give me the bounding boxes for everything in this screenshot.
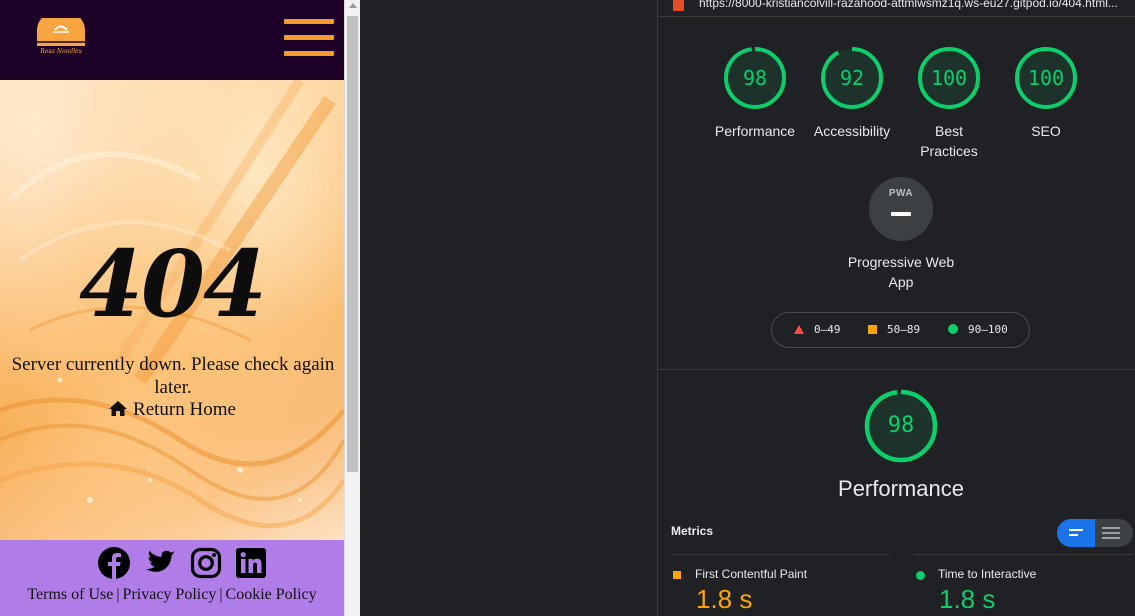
best-practices-label: Best Practices (920, 123, 978, 159)
fcp-metric-value: 1.8 s (696, 584, 753, 614)
compact-view-button[interactable] (1057, 519, 1095, 547)
scrollbar-thumb[interactable] (347, 16, 358, 472)
site-header: Rosa Noodles (0, 0, 344, 80)
seo-label: SEO (1031, 123, 1061, 139)
terms-of-use-link[interactable]: Terms of Use (27, 586, 113, 603)
cookie-policy-link[interactable]: Cookie Policy (226, 586, 317, 603)
pwa-label: Progressive Web App (847, 254, 955, 290)
scroll-up-arrow-icon[interactable] (349, 3, 357, 8)
return-home-label: Return Home (133, 399, 236, 420)
hamburger-menu-button[interactable] (284, 19, 334, 57)
best-practices-gauge[interactable]: 100 (917, 46, 981, 110)
accessibility-gauge[interactable]: 92 (820, 46, 884, 110)
pwa-icon: PWA (888, 188, 914, 199)
performance-gauge[interactable]: 98 (723, 46, 787, 110)
twitter-icon[interactable] (144, 547, 176, 579)
legend-pass-range: 90–100 (968, 323, 1008, 336)
performance-section-gauge: 98 (864, 389, 938, 463)
seo-gauge[interactable]: 100 (1014, 46, 1078, 110)
best-practices-score: 100 (930, 66, 968, 90)
metrics-view-toggle[interactable] (1057, 519, 1133, 547)
fail-triangle-icon (794, 325, 804, 334)
page-scrollbar[interactable] (344, 0, 360, 616)
footer-separator: | (219, 586, 223, 603)
accessibility-label: Accessibility (813, 123, 891, 139)
metric-divider (914, 554, 1133, 555)
html5-icon (673, 0, 684, 11)
report-url[interactable]: https://8000-kristiancolvill-razahood-at… (699, 0, 1119, 10)
fcp-metric-name: First Contentful Paint (695, 567, 808, 581)
pwa-not-applicable-dash (891, 212, 911, 216)
tti-metric-value: 1.8 s (939, 584, 996, 614)
performance-section-title: Performance (838, 476, 964, 501)
lighthouse-report-panel: https://8000-kristiancolvill-razahood-at… (657, 0, 1135, 616)
performance-score: 98 (742, 66, 768, 90)
hero-section: 404 Server currently down. Please check … (0, 80, 344, 540)
legend-fail-range: 0–49 (814, 323, 841, 336)
pass-circle-icon (916, 571, 925, 580)
facebook-icon[interactable] (98, 547, 130, 579)
home-icon (109, 401, 128, 416)
metrics-heading: Metrics (671, 524, 714, 538)
pass-circle-icon (948, 324, 958, 334)
error-message: Server currently down. Please check agai… (11, 354, 335, 398)
footer-separator: | (116, 586, 120, 603)
performance-label: Performance (714, 123, 796, 139)
legend-pass: 90–100 (948, 323, 1008, 336)
legend-average: 50–89 (868, 323, 920, 336)
mobile-viewport: Rosa Noodles 404 Server currently down. … (0, 0, 344, 616)
privacy-policy-link[interactable]: Privacy Policy (123, 586, 217, 603)
legend-average-range: 50–89 (887, 323, 921, 336)
return-home-link[interactable]: Return Home (0, 399, 344, 421)
performance-section-score: 98 (887, 413, 915, 438)
logo-text: Rosa Noodles (40, 48, 82, 55)
metric-divider (671, 554, 890, 555)
section-divider (658, 369, 1135, 370)
site-logo[interactable]: Rosa Noodles (33, 10, 89, 62)
error-code: 404 (78, 230, 267, 338)
tti-metric-name: Time to Interactive (938, 567, 1037, 581)
average-square-icon (868, 325, 877, 334)
expanded-view-button[interactable] (1095, 519, 1133, 547)
instagram-icon[interactable] (190, 547, 222, 579)
pwa-badge[interactable]: PWA (869, 177, 933, 241)
footer-links: Terms of Use | Privacy Policy | Cookie Polic… (0, 586, 344, 604)
noodle-bowl-logo-icon (36, 10, 86, 46)
site-footer: Terms of Use | Privacy Policy | Cookie Polic… (0, 540, 344, 616)
accessibility-score: 92 (839, 66, 865, 90)
social-links (98, 547, 268, 581)
legend-fail: 0–49 (794, 323, 841, 336)
score-scale-legend: 0–49 50–89 90–100 (771, 312, 1030, 348)
devtools-empty-area (360, 0, 657, 616)
linkedin-icon[interactable] (235, 547, 267, 579)
average-square-icon (673, 571, 681, 579)
seo-score: 100 (1027, 66, 1065, 90)
report-url-bar: https://8000-kristiancolvill-razahood-at… (658, 0, 1135, 17)
